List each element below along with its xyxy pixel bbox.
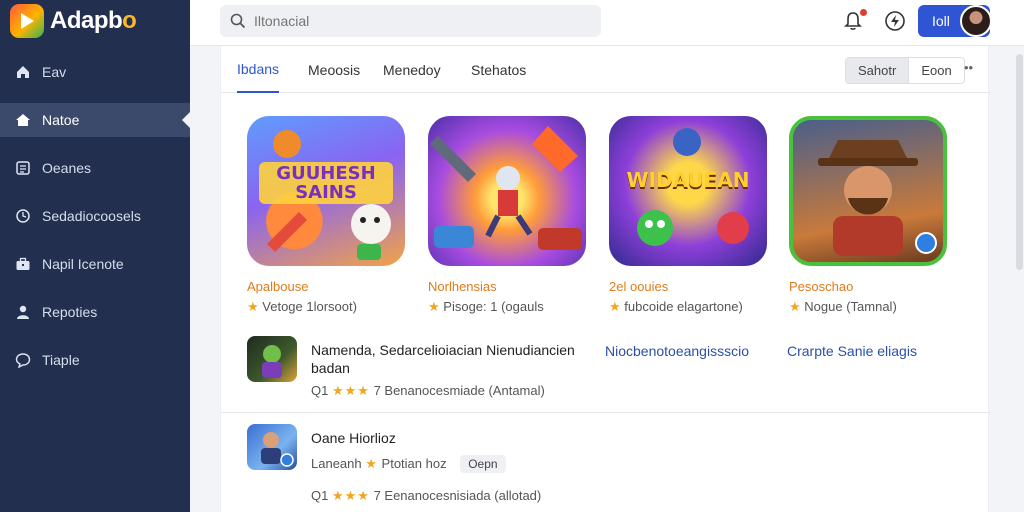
activity-button[interactable] — [884, 10, 906, 32]
notification-badge — [859, 8, 868, 17]
game-art-text: WIDAUEAN — [626, 168, 750, 192]
sidebar-item-repoties[interactable]: Repoties — [0, 288, 190, 336]
user-button[interactable]: Ioll — [918, 5, 992, 37]
more-options-icon[interactable]: •• — [964, 60, 973, 75]
brand[interactable]: Adapbo — [10, 4, 137, 38]
list-item-meta: Q1 ★★★ 7 Eenanocesnisiada (allotad) — [311, 488, 542, 503]
user-icon — [14, 303, 32, 321]
sidebar-item-label: Repoties — [42, 304, 98, 320]
star-icon: ★ — [789, 299, 801, 314]
list-divider — [221, 412, 990, 413]
card-meta: ★ Pisoge: 1 (ogauls — [428, 299, 544, 314]
list-item-link[interactable]: Niocbenotoeangissscio — [605, 343, 749, 359]
status-chip: Oepn — [460, 455, 506, 473]
search-icon — [230, 13, 246, 29]
house-icon — [14, 111, 32, 129]
sidebar-item-oeanes[interactable]: Oeanes — [0, 144, 190, 192]
card-meta: ★ Vetoge 1lorsoot) — [247, 299, 357, 314]
star-icon: ★ — [428, 299, 440, 314]
search-input[interactable] — [254, 13, 584, 29]
list-item-title: Namenda, Sedarcelioiacian Nienudiancien — [311, 342, 575, 358]
sidebar-item-label: Tiaple — [42, 352, 80, 368]
list-item[interactable]: Namenda, Sedarcelioiacian Nienudiancien … — [221, 334, 990, 414]
bolt-icon — [885, 11, 905, 31]
card-title: 2el oouies — [609, 279, 669, 294]
clock-icon — [14, 207, 32, 225]
segment-eoon[interactable]: Eoon — [909, 58, 963, 83]
list-item-meta: Q1 ★★★ 7 Benanocesmiade (Antamal) — [311, 383, 545, 398]
sidebar-item-label: Eav — [42, 64, 67, 80]
star-rating: ★★★ — [331, 488, 370, 503]
tab-ibdans[interactable]: Ibdans — [237, 46, 280, 93]
sidebar-item-tiaple[interactable]: Tiaple — [0, 336, 190, 384]
chat-icon — [14, 351, 32, 369]
sidebar-item-eav[interactable]: Eav — [0, 48, 190, 96]
sidebar-item-label: Oeanes — [42, 160, 92, 176]
tab-menedoy[interactable]: Menedoy — [383, 46, 441, 93]
game-art-image — [428, 116, 586, 266]
search-box[interactable] — [220, 5, 601, 37]
card-title: Pesoschao — [789, 279, 854, 294]
sidebar-item-label: Sedadiocoosels — [42, 208, 141, 224]
sidebar-nav: Eav Natoe Oeanes Sedadiocoosels Napil Ic… — [0, 48, 190, 384]
list-item-thumbnail — [247, 336, 297, 382]
sidebar-item-sedadiocoosels[interactable]: Sedadiocoosels — [0, 192, 190, 240]
list-item-thumbnail — [247, 424, 297, 470]
brand-name: Adapbo — [50, 7, 137, 34]
game-art-image — [789, 116, 947, 266]
sidebar-item-napil-icenote[interactable]: Napil Icenote — [0, 240, 190, 288]
card-meta: ★ Nogue (Tamnal) — [789, 299, 897, 314]
featured-card[interactable]: WIDAUEAN 2el oouies ★ fubcoide elagarton… — [609, 116, 774, 315]
card-title: Norlhensias — [428, 279, 497, 294]
avatar[interactable] — [960, 5, 992, 37]
home-icon — [14, 63, 32, 81]
sidebar: Adapbo Eav Natoe Oeanes Sedadiocoosels N… — [0, 0, 190, 512]
star-icon: ★ — [609, 299, 621, 314]
list-item-title-continued: badan — [311, 360, 350, 376]
list-item-title: Oane Hiorlioz — [311, 430, 396, 446]
notifications-button[interactable] — [842, 8, 868, 34]
card-title: Apalbouse — [247, 279, 309, 294]
verified-badge-icon — [915, 232, 937, 254]
game-art-image: GUUHESH SAINS — [247, 116, 405, 266]
news-icon — [14, 159, 32, 177]
scrollbar[interactable] — [1016, 54, 1023, 270]
tab-meoosis[interactable]: Meoosis — [308, 46, 360, 93]
list-item-sub: Laneanh ★ Ptotian hoz Oepn — [311, 455, 506, 473]
tab-stehatos[interactable]: Stehatos — [471, 46, 526, 93]
user-button-label: Ioll — [932, 13, 950, 29]
star-icon: ★ — [365, 456, 378, 471]
sidebar-item-natoe[interactable]: Natoe — [0, 103, 190, 137]
star-rating: ★★★ — [331, 383, 370, 398]
top-bar: Ioll — [190, 0, 1024, 46]
game-art-text: GUUHESH SAINS — [276, 163, 376, 203]
sidebar-item-label: Napil Icenote — [42, 256, 124, 272]
card-meta: ★ fubcoide elagartone) — [609, 299, 743, 314]
featured-card[interactable]: Norlhensias ★ Pisoge: 1 (ogauls — [428, 116, 593, 315]
view-toggle: Sahotr Eoon — [845, 57, 965, 84]
app-logo-icon — [10, 4, 44, 38]
sidebar-item-label: Natoe — [42, 112, 80, 128]
tab-bar: Ibdans Meoosis Menedoy Stehatos Sahotr E… — [221, 46, 990, 93]
list-item[interactable]: Oane Hiorlioz Laneanh ★ Ptotian hoz Oepn… — [221, 422, 990, 508]
game-art-image: WIDAUEAN — [609, 116, 767, 266]
star-icon: ★ — [247, 299, 259, 314]
list-item-link[interactable]: Crarpte Sanie eliagis — [787, 343, 917, 359]
featured-card[interactable]: GUUHESH SAINS Apalbouse ★ Vetoge 1lorsoo… — [247, 116, 412, 315]
segment-sahotr[interactable]: Sahotr — [846, 58, 910, 83]
toolbox-icon — [14, 255, 32, 273]
featured-card[interactable]: Pesoschao ★ Nogue (Tamnal) — [789, 116, 954, 315]
main-panel: Ibdans Meoosis Menedoy Stehatos Sahotr E… — [220, 46, 990, 512]
